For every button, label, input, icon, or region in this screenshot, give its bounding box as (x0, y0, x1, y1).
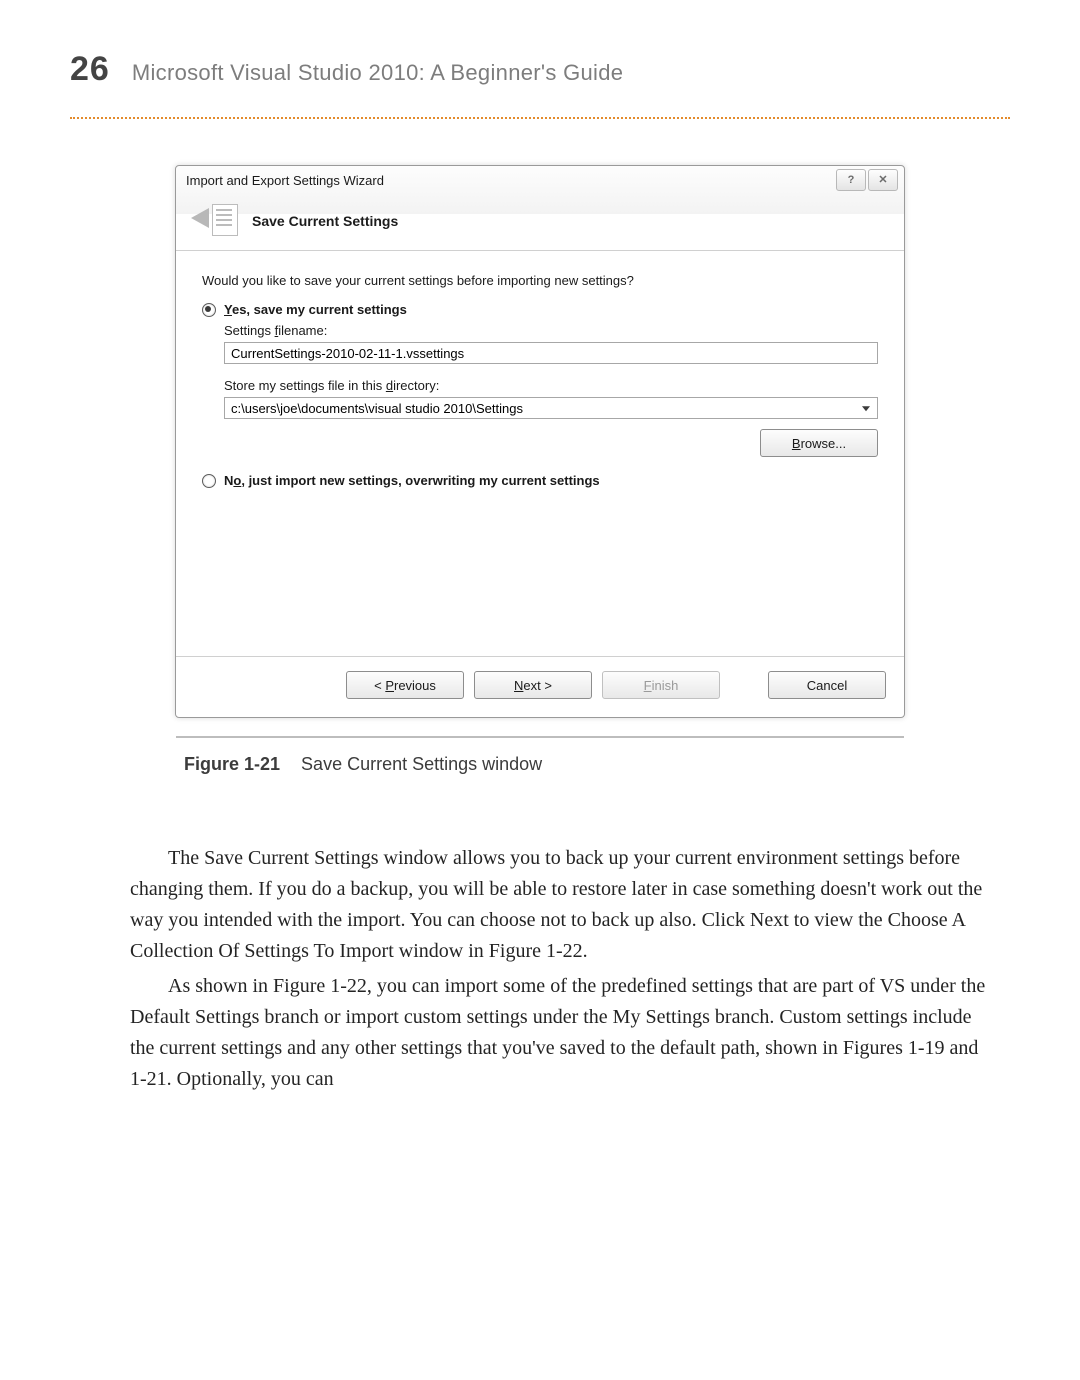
directory-label: Store my settings file in this directory… (224, 378, 878, 393)
header-rule (70, 117, 1010, 119)
close-button[interactable]: ✕ (868, 169, 898, 191)
browse-button[interactable]: Browse... (760, 429, 878, 457)
help-button[interactable]: ? (836, 169, 866, 191)
previous-button[interactable]: < Previous (346, 671, 464, 699)
finish-button: Finish (602, 671, 720, 699)
radio-no-row[interactable]: No, just import new settings, overwritin… (202, 473, 878, 488)
figure-rule (176, 736, 904, 738)
directory-combo[interactable] (224, 397, 878, 419)
body-text: The Save Current Settings window allows … (130, 843, 986, 1095)
figure-label: Figure 1-21 (184, 754, 280, 774)
book-title: Microsoft Visual Studio 2010: A Beginner… (132, 60, 623, 86)
running-head: 26 Microsoft Visual Studio 2010: A Begin… (70, 50, 1010, 89)
filename-label: Settings filename: (224, 323, 878, 338)
wizard-subheader: Save Current Settings (176, 194, 904, 250)
paragraph-1: The Save Current Settings window allows … (130, 843, 986, 967)
titlebar: Import and Export Settings Wizard ? ✕ (176, 166, 904, 194)
radio-yes[interactable] (202, 303, 216, 317)
radio-no-label: No, just import new settings, overwritin… (224, 473, 600, 488)
wizard-footer: < Previous Next > Finish Cancel (176, 656, 904, 717)
page-number: 26 (70, 50, 110, 89)
window-title: Import and Export Settings Wizard (186, 173, 834, 188)
section-title: Save Current Settings (252, 213, 398, 229)
figure-caption-text: Save Current Settings window (301, 754, 542, 774)
figure-caption: Figure 1-21 Save Current Settings window (184, 754, 1010, 775)
paragraph-2: As shown in Figure 1-22, you can import … (130, 971, 986, 1095)
wizard-icon (190, 204, 238, 238)
radio-no[interactable] (202, 474, 216, 488)
filename-input[interactable] (224, 342, 878, 364)
directory-input[interactable] (224, 397, 878, 419)
prompt-text: Would you like to save your current sett… (202, 273, 878, 288)
next-button[interactable]: Next > (474, 671, 592, 699)
section-divider (176, 250, 904, 251)
radio-yes-row[interactable]: Yes, save my current settings (202, 302, 878, 317)
wizard-window: Import and Export Settings Wizard ? ✕ Sa… (175, 165, 905, 718)
radio-yes-label: Yes, save my current settings (224, 302, 407, 317)
cancel-button[interactable]: Cancel (768, 671, 886, 699)
